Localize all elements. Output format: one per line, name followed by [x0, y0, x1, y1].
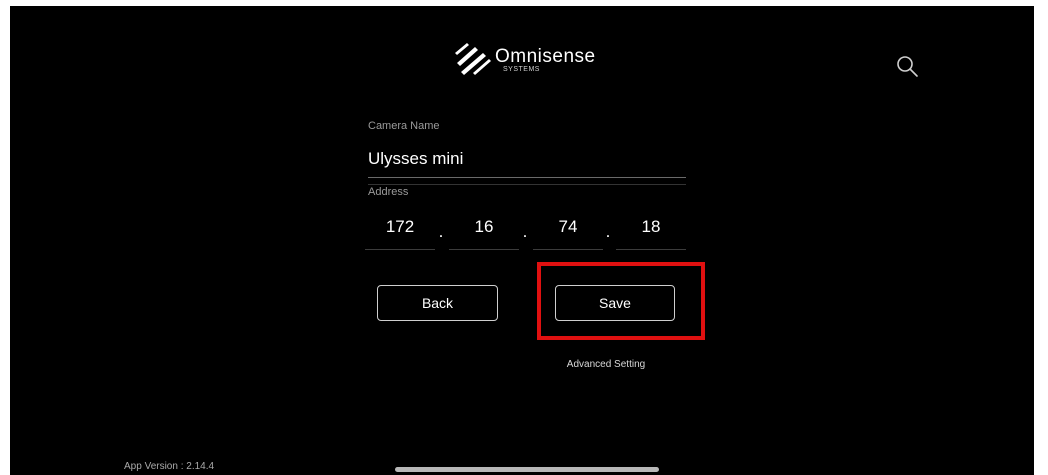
- address-separator: .: [605, 222, 611, 241]
- address-separator: .: [522, 222, 528, 241]
- app-screen: Omnisense SYSTEMS Camera Name Ulysses mi…: [10, 6, 1034, 475]
- home-indicator[interactable]: [395, 467, 659, 472]
- camera-name-label: Camera Name: [368, 120, 440, 132]
- brand-name: Omnisense: [495, 46, 596, 67]
- app-version-text: App Version : 2.14.4: [124, 461, 215, 472]
- brand-subtitle: SYSTEMS: [503, 66, 540, 73]
- address-octet-4-input[interactable]: 18: [616, 212, 686, 250]
- address-separator: .: [438, 222, 444, 241]
- address-octet-2-input[interactable]: 16: [449, 212, 519, 250]
- advanced-setting-link[interactable]: Advanced Setting: [550, 359, 662, 371]
- save-highlight-box: [537, 262, 705, 340]
- address-octet-3-input[interactable]: 74: [533, 212, 603, 250]
- back-button[interactable]: Back: [377, 285, 498, 321]
- field-divider: [368, 184, 686, 185]
- address-label: Address: [368, 186, 409, 198]
- search-icon: [897, 56, 918, 77]
- search-button[interactable]: [895, 54, 921, 80]
- camera-name-input[interactable]: Ulysses mini: [368, 148, 686, 178]
- brand-logo: Omnisense SYSTEMS: [453, 41, 613, 85]
- address-octet-1-input[interactable]: 172: [365, 212, 435, 250]
- omnisense-logo-icon: [455, 43, 491, 75]
